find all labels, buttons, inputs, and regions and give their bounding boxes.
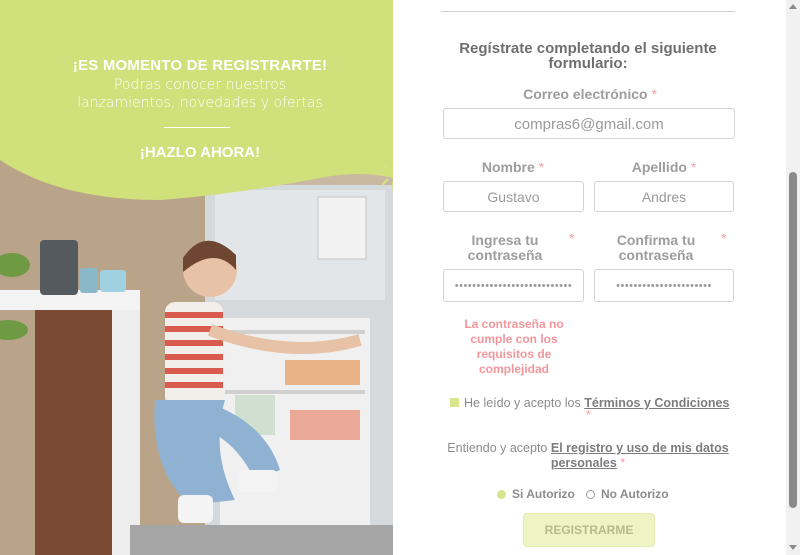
email-field[interactable]: compras6@gmail.com	[443, 108, 735, 139]
radio-unselected-icon[interactable]	[586, 489, 595, 499]
promo-subline-1: Podras conocer nuestros	[113, 77, 287, 93]
data-consent-prefix: Entiendo y acepto	[447, 441, 548, 455]
data-consent-text: Entiendo y acepto El registro y uso de m…	[441, 441, 735, 471]
last-name-label-text: Apellido	[631, 159, 687, 175]
confirm-label-line-1: Confirma tu	[616, 232, 696, 248]
password-error-message: La contraseña no cumple con los requisit…	[464, 317, 564, 376]
registration-form: Regístrate completando el siguiente form…	[393, 0, 786, 555]
radio-no-autorizo[interactable]: No Autorizo	[586, 487, 669, 501]
last-name-label: Apellido *	[594, 160, 734, 175]
terms-prefix: He leído y acepto los	[464, 396, 581, 410]
first-name-label-text: Nombre	[481, 159, 535, 175]
confirm-password-label: Confirma tu contraseña	[606, 233, 706, 263]
promo-panel: ¡ES MOMENTO DE REGISTRARTE! Podras conoc…	[0, 0, 393, 555]
first-name-field[interactable]: Gustavo	[443, 181, 584, 212]
last-name-field[interactable]: Andres	[594, 181, 734, 212]
required-mark: *	[690, 159, 697, 175]
required-mark: *	[620, 456, 626, 470]
data-consent-link[interactable]: El registro y uso de mis datos personale…	[551, 441, 729, 470]
password-field[interactable]: •••••••••••••••••••••••••••	[443, 269, 584, 302]
required-mark: *	[538, 159, 545, 175]
top-divider	[441, 11, 735, 12]
promo-divider	[164, 127, 230, 128]
radio-no-label: No Autorizo	[601, 487, 669, 501]
scrollbar[interactable]	[786, 0, 800, 555]
promo-subline-2: lanzamientos, novedades y ofertas	[77, 95, 323, 111]
scroll-down-arrow-icon[interactable]	[789, 545, 797, 550]
email-label-text: Correo electrónico	[523, 86, 648, 102]
radio-yes-label: Si Autorizo	[512, 487, 575, 501]
promo-subline: Podras conocer nuestros lanzamientos, no…	[40, 76, 360, 112]
scrollbar-thumb[interactable]	[789, 172, 797, 508]
password-label-line-1: Ingresa tu	[471, 232, 539, 248]
terms-link[interactable]: Términos y Condiciones	[584, 396, 729, 410]
terms-text: He leído y acepto los Términos y Condici…	[464, 396, 729, 410]
radio-selected-icon[interactable]	[497, 489, 506, 499]
promo-cta: ¡HAZLO AHORA!	[139, 144, 261, 161]
confirm-label-line-2: contraseña	[618, 247, 694, 263]
scroll-up-arrow-icon[interactable]	[789, 4, 797, 9]
radio-si-autorizo[interactable]: Si Autorizo	[497, 487, 575, 501]
form-intro: Regístrate completando el siguiente form…	[459, 40, 717, 72]
first-name-label: Nombre *	[443, 160, 583, 175]
register-button[interactable]: REGISTRARME	[523, 513, 655, 547]
email-label: Correo electrónico *	[443, 87, 737, 102]
required-mark: *	[651, 86, 657, 102]
terms-checkbox[interactable]	[450, 398, 459, 407]
confirm-password-field[interactable]: ••••••••••••••••••••••	[594, 269, 734, 302]
password-label-line-2: contraseña	[467, 247, 543, 263]
password-label: Ingresa tu contraseña	[455, 233, 555, 263]
required-mark: *	[586, 407, 592, 422]
required-mark: *	[721, 230, 727, 246]
promo-headline: ¡ES MOMENTO DE REGISTRARTE!	[72, 57, 328, 74]
required-mark: *	[569, 230, 575, 246]
